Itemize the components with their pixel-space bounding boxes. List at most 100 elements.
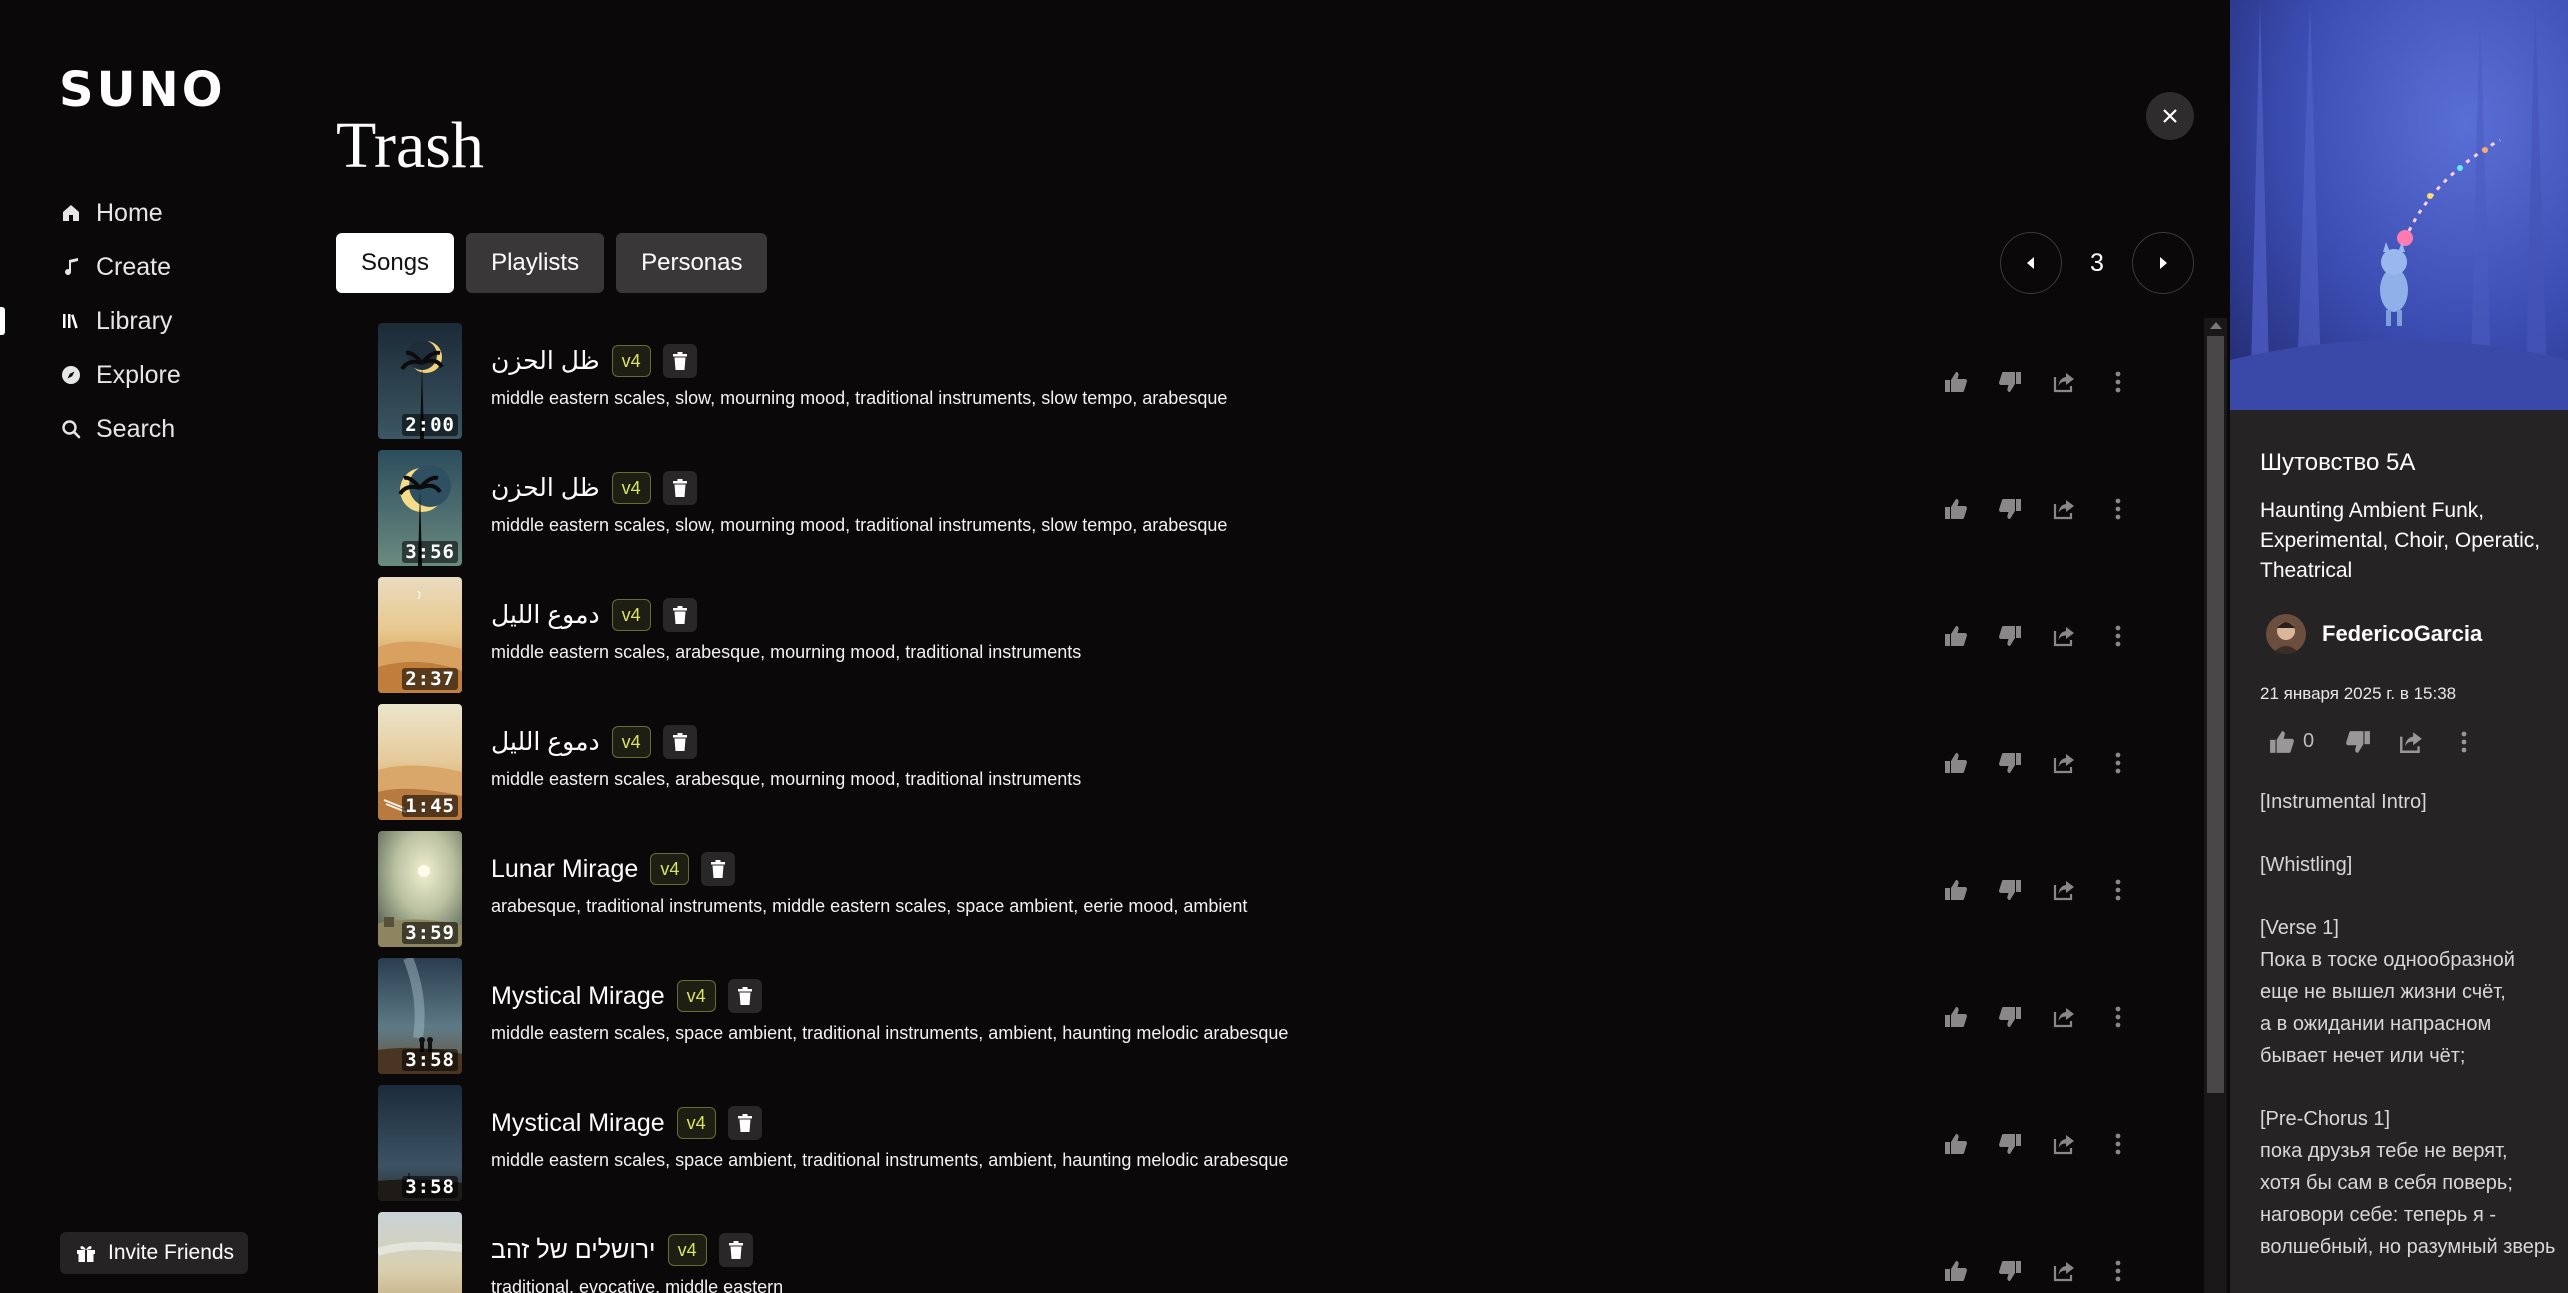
- share-button[interactable]: [2048, 1128, 2079, 1159]
- song-row[interactable]: 3:56 ظل الحزن v4 middle eastern scales, …: [336, 445, 2206, 572]
- song-row[interactable]: 3:59 Lunar Mirage v4 arabesque, traditio…: [336, 826, 2206, 953]
- restore-trash-button[interactable]: [662, 598, 697, 632]
- like-button[interactable]: [1940, 1255, 1971, 1286]
- song-row[interactable]: ירושלים של זהב v4 traditional, evocative…: [336, 1207, 2206, 1293]
- scrollbar-thumb[interactable]: [2207, 336, 2224, 1093]
- more-options-button[interactable]: [2448, 726, 2479, 757]
- tab-playlists[interactable]: Playlists: [466, 233, 605, 293]
- song-row[interactable]: 1:45 دموع الليل v4 middle eastern scales…: [336, 699, 2206, 826]
- sidebar-item-explore[interactable]: Explore: [0, 348, 300, 402]
- next-page-button[interactable]: [2132, 232, 2194, 294]
- dislike-button[interactable]: [1994, 493, 2025, 524]
- song-row[interactable]: 2:37 دموع الليل v4 middle eastern scales…: [336, 572, 2206, 699]
- song-cover[interactable]: 3:58: [378, 958, 462, 1074]
- restore-trash-button[interactable]: [727, 979, 762, 1013]
- restore-trash-button[interactable]: [718, 1233, 753, 1267]
- more-vertical-icon: [2115, 1006, 2120, 1027]
- dislike-button[interactable]: [1994, 747, 2025, 778]
- share-button[interactable]: [2048, 747, 2079, 778]
- scroll-up-arrow-icon[interactable]: [2210, 322, 2222, 329]
- dislike-button[interactable]: [2342, 726, 2373, 757]
- more-options-button[interactable]: [2102, 747, 2133, 778]
- song-cover[interactable]: [378, 1212, 462, 1293]
- share-button[interactable]: [2048, 493, 2079, 524]
- sidebar-item-create[interactable]: Create: [0, 240, 300, 294]
- song-cover[interactable]: 2:37: [378, 577, 462, 693]
- share-button[interactable]: [2048, 620, 2079, 651]
- tab-songs[interactable]: Songs: [336, 233, 455, 293]
- dislike-button[interactable]: [1994, 620, 2025, 651]
- song-title[interactable]: ظل الحزن: [491, 346, 600, 376]
- dislike-button[interactable]: [1994, 1001, 2025, 1032]
- more-options-button[interactable]: [2102, 1255, 2133, 1286]
- song-tags: middle eastern scales, arabesque, mourni…: [491, 769, 1082, 789]
- lyrics-line: бывает нечет или чёт;: [2260, 1045, 2466, 1067]
- dislike-button[interactable]: [1994, 1128, 2025, 1159]
- like-button[interactable]: [1940, 747, 1971, 778]
- like-button[interactable]: [1940, 366, 1971, 397]
- invite-friends-button[interactable]: Invite Friends: [60, 1232, 249, 1274]
- dislike-button[interactable]: [1994, 874, 2025, 905]
- song-cover[interactable]: 2:00: [378, 323, 462, 439]
- more-options-button[interactable]: [2102, 493, 2133, 524]
- song-title[interactable]: Lunar Mirage: [491, 855, 638, 884]
- song-title[interactable]: Mystical Mirage: [491, 1109, 665, 1138]
- restore-trash-button[interactable]: [662, 725, 697, 759]
- song-row[interactable]: 3:58 Mystical Mirage v4 middle eastern s…: [336, 1080, 2206, 1207]
- trash-icon: [672, 606, 687, 624]
- dislike-button[interactable]: [1994, 1255, 2025, 1286]
- sidebar-item-home[interactable]: Home: [0, 186, 300, 240]
- dislike-button[interactable]: [1994, 366, 2025, 397]
- like-button[interactable]: [1940, 1001, 1971, 1032]
- song-cover[interactable]: 3:56: [378, 450, 462, 566]
- prev-page-button[interactable]: [2000, 232, 2062, 294]
- share-button[interactable]: [2048, 366, 2079, 397]
- like-button[interactable]: [1940, 874, 1971, 905]
- song-row[interactable]: 2:00 ظل الحزن v4 middle eastern scales, …: [336, 318, 2206, 445]
- more-options-button[interactable]: [2102, 366, 2133, 397]
- like-button[interactable]: [1940, 493, 1971, 524]
- share-button[interactable]: [2048, 874, 2079, 905]
- suno-logo[interactable]: SUNO: [59, 62, 226, 118]
- restore-trash-button[interactable]: [701, 852, 736, 886]
- more-vertical-icon: [2115, 371, 2120, 392]
- sidebar-nav: Home Create Library Explore Search: [0, 186, 300, 456]
- avatar[interactable]: [2266, 614, 2306, 654]
- song-row[interactable]: 3:58 Mystical Mirage v4 middle eastern s…: [336, 953, 2206, 1080]
- song-title[interactable]: دموع الليل: [491, 727, 600, 757]
- restore-trash-button[interactable]: [662, 471, 697, 505]
- song-title[interactable]: ظل الحزن: [491, 473, 600, 503]
- more-options-button[interactable]: [2102, 1128, 2133, 1159]
- like-button[interactable]: [1940, 620, 1971, 651]
- more-options-button[interactable]: [2102, 874, 2133, 905]
- song-duration: 2:37: [402, 668, 458, 690]
- tab-personas[interactable]: Personas: [616, 233, 768, 293]
- share-button[interactable]: [2048, 1001, 2079, 1032]
- song-title[interactable]: ירושלים של זהב: [491, 1236, 656, 1265]
- restore-trash-button[interactable]: [662, 344, 697, 378]
- share-button[interactable]: [2048, 1255, 2079, 1286]
- song-title[interactable]: Шутовство 5А: [2260, 449, 2415, 477]
- like-button[interactable]: [1940, 1128, 1971, 1159]
- song-title[interactable]: دموع الليل: [491, 600, 600, 630]
- song-cover[interactable]: 1:45: [378, 704, 462, 820]
- more-options-button[interactable]: [2102, 1001, 2133, 1032]
- version-badge: v4: [611, 345, 651, 377]
- sidebar-item-label: Search: [96, 414, 176, 443]
- thumbs-up-icon: [1944, 1133, 1967, 1154]
- creator-username[interactable]: FedericoGarcia: [2322, 621, 2482, 647]
- sidebar-item-library[interactable]: Library: [0, 294, 300, 348]
- share-button[interactable]: [2395, 726, 2426, 757]
- close-button[interactable]: [2146, 92, 2194, 140]
- like-button[interactable]: [2266, 726, 2297, 757]
- lyrics-line: хотя бы сам в себя поверь;: [2260, 1172, 2513, 1194]
- creator[interactable]: FedericoGarcia: [2266, 614, 2482, 654]
- restore-trash-button[interactable]: [727, 1106, 762, 1140]
- song-cover[interactable]: 3:58: [378, 1085, 462, 1201]
- sidebar-item-search[interactable]: Search: [0, 402, 300, 456]
- more-options-button[interactable]: [2102, 620, 2133, 651]
- song-title[interactable]: Mystical Mirage: [491, 982, 665, 1011]
- trash-icon: [737, 987, 752, 1005]
- song-cover[interactable]: 3:59: [378, 831, 462, 947]
- thumbs-down-icon: [1998, 879, 2021, 900]
